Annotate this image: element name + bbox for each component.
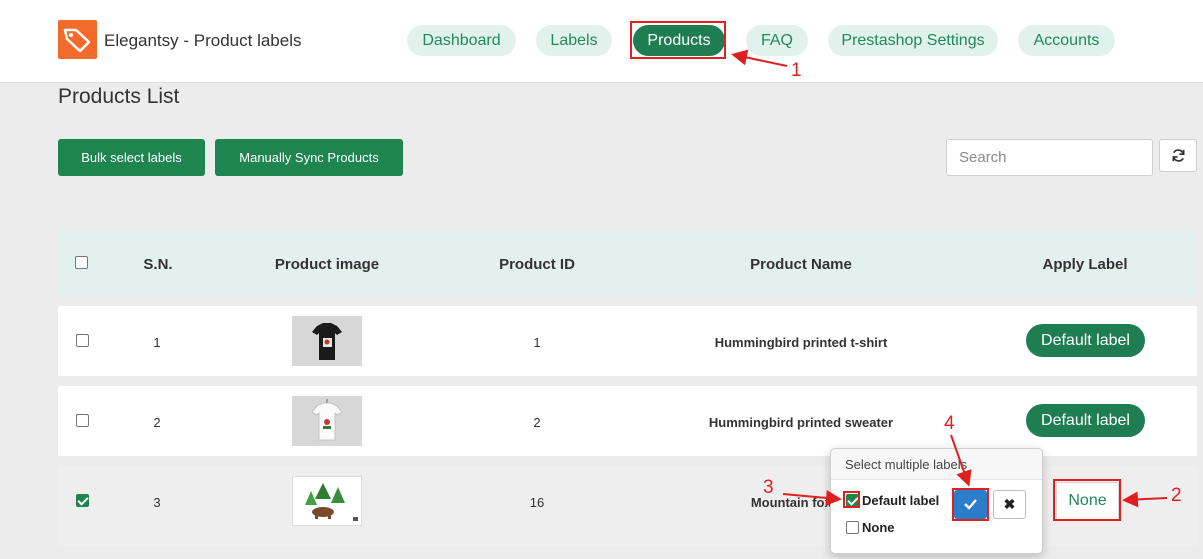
select-all-checkbox[interactable] xyxy=(75,256,88,269)
row-sn: 1 xyxy=(153,335,161,350)
bulk-select-labels-button[interactable]: Bulk select labels xyxy=(58,139,205,176)
row-sn: 2 xyxy=(153,415,161,430)
refresh-button[interactable] xyxy=(1159,139,1197,172)
column-product-id: Product ID xyxy=(499,256,575,273)
column-apply-label: Apply Label xyxy=(1042,256,1128,273)
nav-accounts[interactable]: Accounts xyxy=(1018,25,1115,56)
row-sn: 3 xyxy=(153,495,161,510)
annotation-number-1: 1 xyxy=(791,60,802,81)
nav-labels[interactable]: Labels xyxy=(536,25,612,56)
nav-dashboard[interactable]: Dashboard xyxy=(407,25,516,56)
table-row: 2 2 Hummingbird printed sweater Default … xyxy=(58,386,1197,456)
row-product-id: 1 xyxy=(533,335,541,350)
row-checkbox[interactable] xyxy=(76,494,89,507)
row-product-id: 16 xyxy=(529,495,545,510)
table-row: 1 1 Hummingbird printed t-shirt Default … xyxy=(58,306,1197,376)
manually-sync-products-button[interactable]: Manually Sync Products xyxy=(215,139,403,176)
popover-title: Select multiple labels xyxy=(831,449,1042,480)
column-product-name: Product Name xyxy=(750,256,852,273)
apply-label-button[interactable]: Default label xyxy=(1026,324,1145,357)
price-tag-icon xyxy=(58,20,97,59)
search-input[interactable] xyxy=(946,139,1153,176)
table-header: S.N. Product image Product ID Product Na… xyxy=(58,230,1197,296)
option-default-label-checkbox[interactable] xyxy=(846,494,859,507)
option-none-checkbox[interactable] xyxy=(846,521,859,534)
row-checkbox[interactable] xyxy=(76,414,89,427)
nav-products[interactable]: Products xyxy=(633,25,725,56)
nav-prestashop-settings[interactable]: Prestashop Settings xyxy=(828,25,998,56)
white-tshirt-image xyxy=(292,396,362,446)
row-product-name: Hummingbird printed sweater xyxy=(708,415,894,430)
annotation-number-4: 4 xyxy=(944,413,955,434)
option-default-label[interactable]: Default label xyxy=(862,493,939,508)
row-checkbox[interactable] xyxy=(76,334,89,347)
column-sn: S.N. xyxy=(143,256,173,273)
annotation-number-2: 2 xyxy=(1171,485,1182,506)
nav-faq[interactable]: FAQ xyxy=(746,25,808,56)
confirm-button[interactable] xyxy=(954,490,987,519)
checkmark-icon xyxy=(964,499,977,510)
row-product-id: 2 xyxy=(533,415,541,430)
column-product-image: Product image xyxy=(274,256,380,273)
black-tshirt-image xyxy=(292,316,362,366)
close-icon: ✖ xyxy=(1003,496,1016,512)
app-title: Elegantsy - Product labels xyxy=(104,31,302,50)
top-bar: Elegantsy - Product labels Dashboard Lab… xyxy=(0,0,1203,83)
option-none[interactable]: None xyxy=(862,520,895,535)
apply-label-button[interactable]: Default label xyxy=(1026,404,1145,437)
mountain-bear-image xyxy=(292,476,362,526)
page-title: Products List xyxy=(58,85,180,108)
apply-label-none-button[interactable]: None xyxy=(1056,482,1119,520)
refresh-icon xyxy=(1172,149,1185,162)
annotation-number-3: 3 xyxy=(763,477,774,498)
row-product-name: Hummingbird printed t-shirt xyxy=(714,335,888,350)
cancel-button[interactable]: ✖ xyxy=(993,490,1026,519)
